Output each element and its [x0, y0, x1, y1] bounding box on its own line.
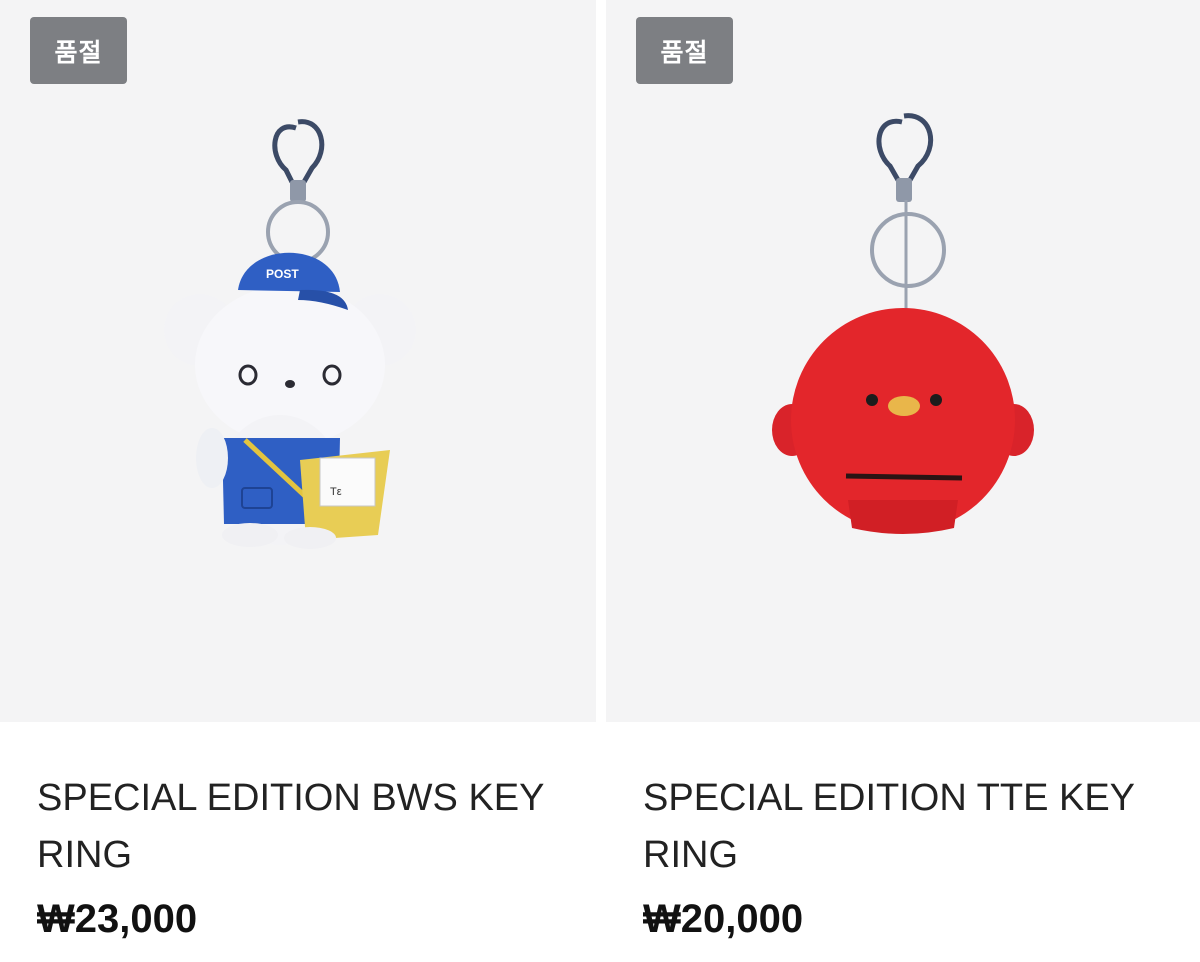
sold-out-badge: 품절 [636, 17, 733, 84]
product-card-bws[interactable]: POST Tε 품절 SPECIAL EDITION BWS KEYRING ₩… [0, 0, 596, 962]
product-name[interactable]: SPECIAL EDITION BWS KEYRING [37, 770, 557, 884]
red-bird-keyring-image [772, 113, 1034, 534]
product-price: ₩20,000 [643, 897, 804, 941]
product-thumbnail[interactable]: POST Tε 품절 [0, 0, 596, 722]
product-thumbnail[interactable]: 품절 [606, 0, 1200, 722]
product-name[interactable]: SPECIAL EDITION TTE KEY RING [643, 770, 1163, 884]
product-card-tte[interactable]: 품절 SPECIAL EDITION TTE KEY RING ₩20,000 [606, 0, 1200, 962]
product-grid: POST Tε 품절 SPECIAL EDITION BWS KEYRING ₩… [0, 0, 1200, 962]
product-price: ₩23,000 [37, 897, 198, 941]
bear-mail-carrier-keyring-image: POST Tε [164, 119, 416, 549]
hat-text: POST [266, 267, 299, 281]
sold-out-badge: 품절 [30, 17, 127, 84]
bag-label-glyph: Tε [330, 486, 342, 498]
